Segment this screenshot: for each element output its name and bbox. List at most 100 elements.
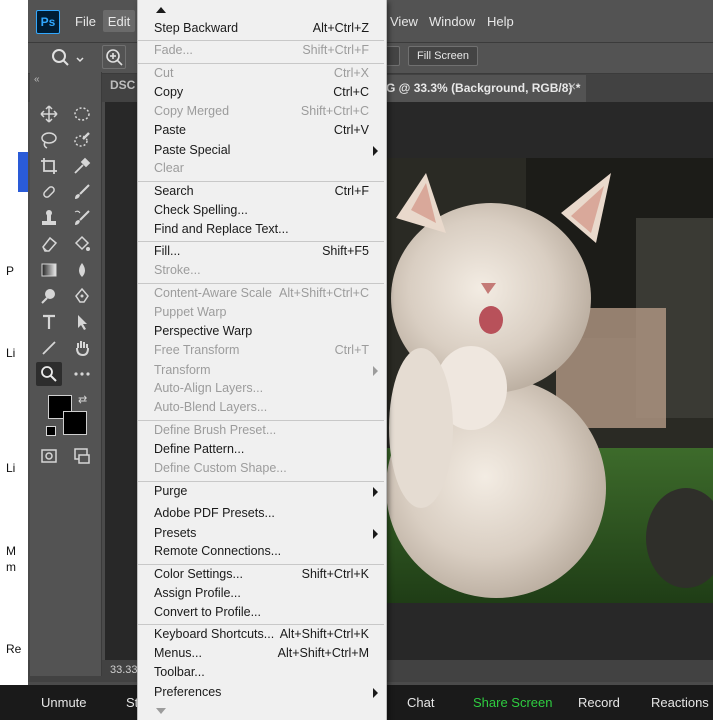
menu-item-remote-connections[interactable]: Remote Connections...	[138, 543, 384, 562]
photoshop-logo[interactable]: Ps	[36, 10, 60, 34]
menu-item-step-backward[interactable]: Step Backward Alt+Ctrl+Z	[138, 20, 384, 39]
zoom-tool-icon[interactable]	[36, 362, 62, 386]
menu-item-paste[interactable]: Paste Ctrl+V	[138, 122, 384, 141]
dodge-tool-icon[interactable]	[36, 284, 62, 308]
menu-item-label: Content-Aware Scale	[154, 286, 272, 300]
submenu-arrow-icon	[373, 366, 378, 376]
menu-item-keyboard-shortcuts[interactable]: Keyboard Shortcuts... Alt+Shift+Ctrl+K	[138, 626, 384, 645]
clone-stamp-tool-icon[interactable]	[36, 206, 62, 230]
menu-item-stroke[interactable]: Stroke...	[138, 262, 384, 281]
menu-item-label: Preferences	[154, 685, 222, 699]
menu-item-content-aware-scale[interactable]: Content-Aware Scale Alt+Shift+Ctrl+C	[138, 285, 384, 304]
menu-item-toolbar[interactable]: Toolbar...	[138, 664, 384, 683]
blue-accent	[18, 152, 28, 192]
menu-separator	[138, 181, 384, 182]
menu-file[interactable]: File	[75, 14, 96, 29]
record-button[interactable]: Record	[578, 685, 620, 720]
menu-item-adobe-pdf-presets[interactable]: Adobe PDF Presets...	[138, 505, 384, 524]
menu-item-copy[interactable]: Copy Ctrl+C	[138, 84, 384, 103]
menu-item-assign-profile[interactable]: Assign Profile...	[138, 585, 384, 604]
menu-item-auto-blend-layers[interactable]: Auto-Blend Layers...	[138, 399, 384, 418]
submenu-arrow-icon	[373, 688, 378, 698]
menu-item-label: Stroke...	[154, 263, 201, 277]
type-tool-icon[interactable]	[36, 310, 62, 334]
default-colors-icon[interactable]	[46, 426, 56, 436]
menu-item-presets[interactable]: Presets	[138, 525, 384, 544]
menu-item-color-settings[interactable]: Color Settings... Shift+Ctrl+K	[138, 566, 384, 585]
menu-edit[interactable]: Edit	[103, 10, 135, 32]
line-tool-icon[interactable]	[36, 336, 62, 360]
eraser-tool-icon[interactable]	[36, 232, 62, 256]
menu-scroll-down-icon[interactable]	[156, 708, 166, 714]
chat-button[interactable]: Chat	[407, 685, 434, 720]
move-tool-icon[interactable]	[36, 102, 62, 126]
lasso-tool-icon[interactable]	[36, 128, 62, 152]
menu-scroll-up-icon[interactable]	[156, 7, 166, 13]
menu-item-transform[interactable]: Transform	[138, 362, 384, 381]
zoom-level[interactable]: 33.33	[110, 664, 138, 676]
menu-item-preferences[interactable]: Preferences	[138, 684, 384, 703]
menu-item-check-spelling[interactable]: Check Spelling...	[138, 202, 384, 221]
quick-selection-tool-icon[interactable]	[69, 128, 95, 152]
quick-mask-icon[interactable]	[36, 444, 62, 468]
menu-item-cut[interactable]: Cut Ctrl+X	[138, 65, 384, 84]
swap-colors-icon[interactable]: ⇄	[78, 393, 87, 406]
menu-item-copy-merged[interactable]: Copy Merged Shift+Ctrl+C	[138, 103, 384, 122]
menu-item-define-pattern[interactable]: Define Pattern...	[138, 441, 384, 460]
menu-item-shortcut: Ctrl+X	[333, 66, 369, 80]
menu-item-auto-align-layers[interactable]: Auto-Align Layers...	[138, 380, 384, 399]
brush-tool-icon[interactable]	[69, 180, 95, 204]
unmute-button[interactable]: Unmute	[41, 685, 87, 720]
menu-item-paste-special[interactable]: Paste Special	[138, 142, 384, 161]
marquee-tool-icon[interactable]	[69, 102, 95, 126]
path-selection-tool-icon[interactable]	[69, 310, 95, 334]
menu-separator	[138, 241, 384, 242]
menu-help[interactable]: Help	[487, 14, 514, 29]
gradient-tool-icon[interactable]	[36, 258, 62, 282]
zoom-in-icon[interactable]	[102, 45, 126, 69]
menu-view[interactable]: View	[390, 14, 418, 29]
background-color-swatch[interactable]	[63, 411, 87, 435]
hand-tool-icon[interactable]	[69, 336, 95, 360]
menu-item-free-transform[interactable]: Free Transform Ctrl+T	[138, 342, 384, 361]
menu-item-shortcut: Ctrl+V	[333, 123, 369, 137]
menu-item-label: Fade...	[154, 43, 193, 57]
fill-screen-button[interactable]: Fill Screen	[408, 46, 478, 66]
menu-item-perspective-warp[interactable]: Perspective Warp	[138, 323, 384, 342]
collapse-toolbox-icon[interactable]: «	[34, 74, 40, 85]
paint-bucket-tool-icon[interactable]	[69, 232, 95, 256]
share-screen-button[interactable]: Share Screen	[473, 685, 553, 720]
reactions-button[interactable]: Reactions	[651, 685, 709, 720]
more-tools-icon[interactable]	[69, 362, 95, 386]
background-window-strip: P Li Li M m Re	[0, 0, 30, 720]
eyedropper-tool-icon[interactable]	[69, 154, 95, 178]
menu-item-convert-to-profile[interactable]: Convert to Profile...	[138, 604, 384, 623]
screen-mode-icon[interactable]	[69, 444, 95, 468]
menu-item-menus[interactable]: Menus... Alt+Shift+Ctrl+M	[138, 645, 384, 664]
document-tab-inactive[interactable]: DSC	[110, 78, 135, 92]
menu-window[interactable]: Window	[429, 14, 475, 29]
menu-item-clear[interactable]: Clear	[138, 160, 384, 179]
menu-item-purge[interactable]: Purge	[138, 483, 384, 502]
menu-item-fill[interactable]: Fill... Shift+F5	[138, 243, 384, 262]
menu-edit-label: Edit	[107, 13, 131, 29]
menu-item-define-brush-preset[interactable]: Define Brush Preset...	[138, 422, 384, 441]
menu-item-find-and-replace-text[interactable]: Find and Replace Text...	[138, 221, 384, 240]
history-brush-tool-icon[interactable]	[69, 206, 95, 230]
menu-item-search[interactable]: Search Ctrl+F	[138, 183, 384, 202]
healing-brush-tool-icon[interactable]	[36, 180, 62, 204]
menu-item-puppet-warp[interactable]: Puppet Warp	[138, 304, 384, 323]
menu-item-shortcut: Ctrl+T	[334, 343, 369, 357]
menu-item-label: Auto-Blend Layers...	[154, 400, 268, 414]
tab-close-icon[interactable]: ×	[568, 78, 576, 94]
menu-item-label: Define Custom Shape...	[154, 461, 287, 475]
menu-item-fade[interactable]: Fade... Shift+Ctrl+F	[138, 42, 384, 61]
menu-item-label: Remote Connections...	[154, 544, 282, 558]
menu-item-define-custom-shape[interactable]: Define Custom Shape...	[138, 460, 384, 479]
pen-tool-icon[interactable]	[69, 284, 95, 308]
zoom-tool-preset[interactable]	[50, 47, 88, 69]
menu-item-label: Keyboard Shortcuts...	[154, 627, 275, 641]
crop-tool-icon[interactable]	[36, 154, 62, 178]
submenu-arrow-icon	[373, 146, 378, 156]
blur-tool-icon[interactable]	[69, 258, 95, 282]
